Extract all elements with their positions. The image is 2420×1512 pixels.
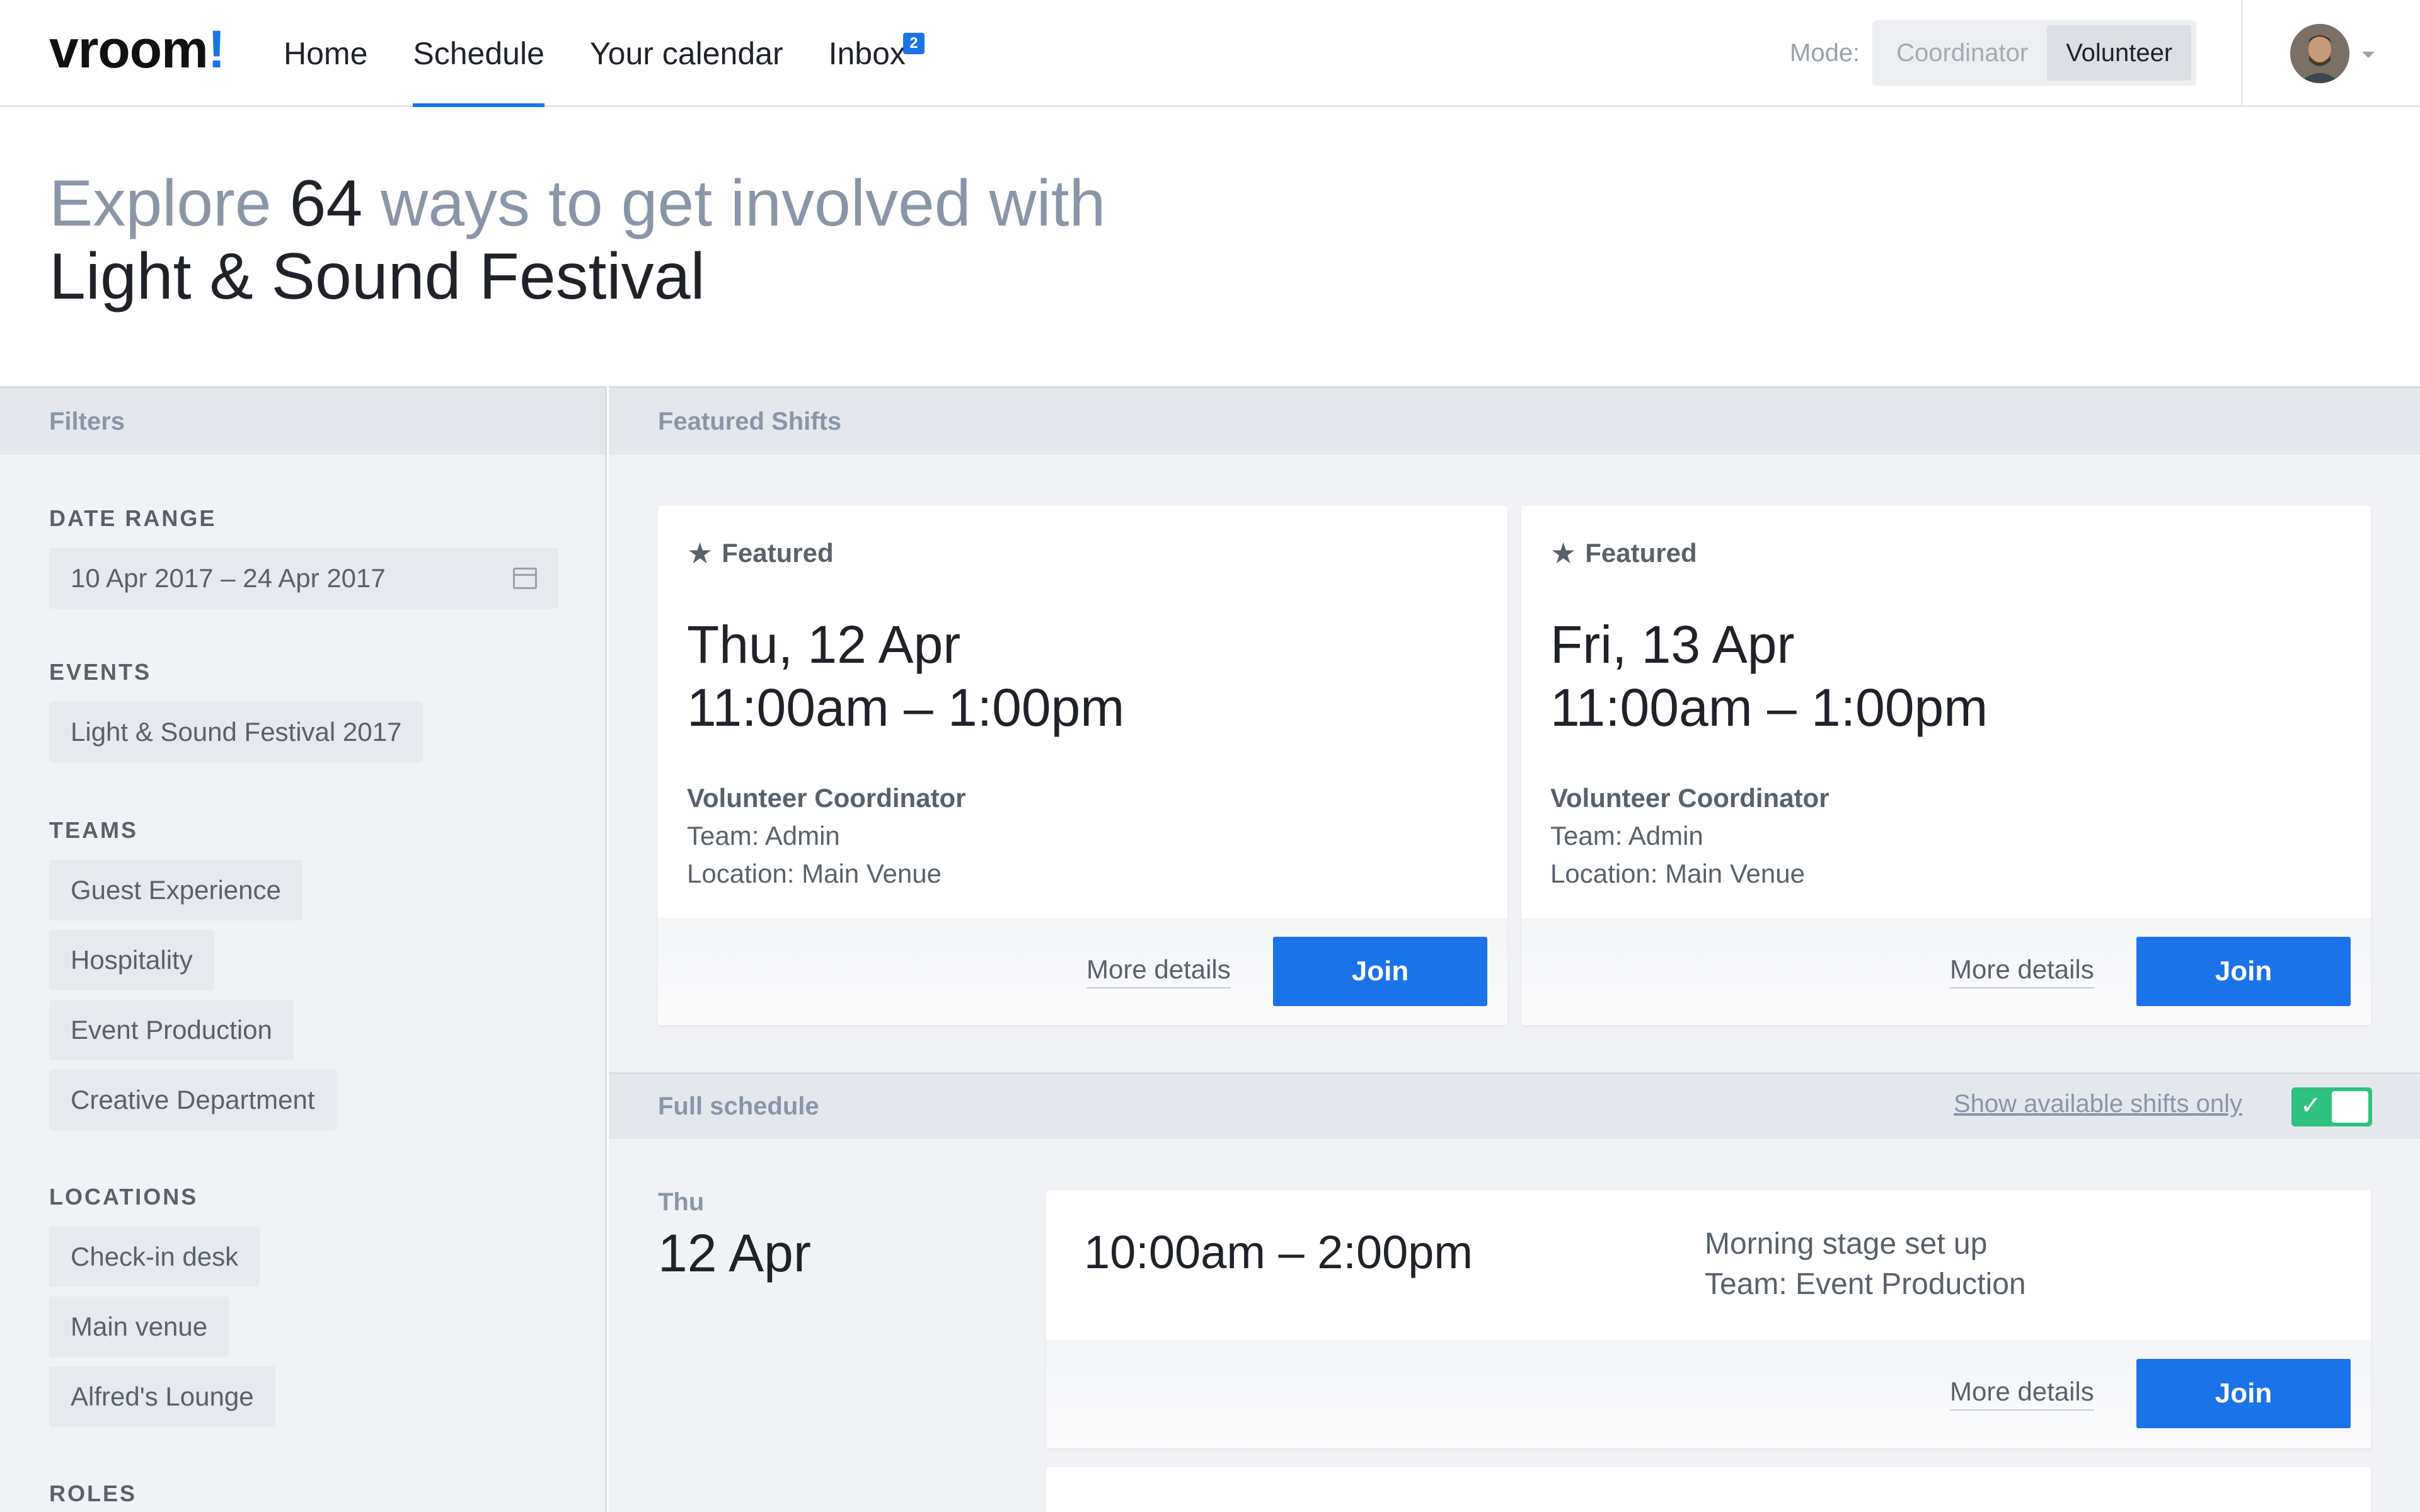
filter-chip-team[interactable]: Event Production — [49, 1000, 294, 1060]
filter-chip-location[interactable]: Check-in desk — [49, 1227, 260, 1287]
available-shifts-toggle[interactable]: ✓ — [2291, 1087, 2372, 1126]
shift-time: 11:00am – 1:00pm — [1550, 678, 1988, 737]
filters-header: Filters — [0, 388, 605, 455]
filter-roles: ROLES — [0, 1480, 605, 1507]
top-navigation-bar: vroom! Home Schedule Your calendar Inbox… — [0, 0, 2420, 107]
day-weekday: Thu — [658, 1188, 705, 1216]
user-avatar[interactable] — [2290, 24, 2349, 83]
shift-location: Location: Main Venue — [1550, 859, 1805, 888]
join-button[interactable]: Join — [1273, 937, 1487, 1006]
featured-shifts-header: Featured Shifts — [609, 388, 2420, 455]
nav-inbox-label: Inbox — [828, 36, 906, 71]
shift-role: Volunteer Coordinator — [687, 783, 966, 813]
star-icon: ★ — [1550, 537, 1577, 570]
hero-event-name: Light & Sound Festival — [49, 240, 705, 313]
nav-your-calendar[interactable]: Your calendar — [590, 0, 783, 107]
more-details-link[interactable]: More details — [1086, 954, 1231, 988]
shift-title: Morning stage set up — [1705, 1227, 1988, 1261]
filter-title-roles: ROLES — [49, 1480, 137, 1506]
schedule-main: Featured Shifts ★ Featured Thu, 12 Apr 1… — [609, 386, 2420, 1512]
featured-badge-label: Featured — [1585, 538, 1697, 568]
filter-title-teams: TEAMS — [49, 817, 138, 843]
hero-headline: Explore 64 ways to get involved with — [49, 167, 1105, 240]
date-range-value: 10 Apr 2017 – 24 Apr 2017 — [71, 563, 386, 593]
shift-team: Team: Event Production — [1705, 1268, 2026, 1301]
hero-count: 64 — [289, 167, 363, 240]
avatar-image-icon — [2290, 24, 2349, 83]
shift-time: 11:00am – 1:00pm — [687, 678, 1125, 737]
shift-team: Team: Admin — [1550, 821, 1703, 850]
filter-teams: TEAMS Guest Experience Hospitality Event… — [0, 817, 605, 1140]
schedule-shift-card: 10:00am – 2:00pm Morning stage set up Te… — [1046, 1190, 2371, 1448]
featured-badge: ★ Featured — [1550, 536, 1697, 570]
logo-mark: ! — [207, 20, 226, 79]
filter-locations: LOCATIONS Check-in desk Main venue Alfre… — [0, 1184, 605, 1436]
shift-date-time: Thu, 12 Apr 11:00am – 1:00pm — [687, 613, 1124, 739]
featured-shift-card: ★ Featured Fri, 13 Apr 11:00am – 1:00pm … — [1521, 506, 2371, 1025]
mode-volunteer-button[interactable]: Volunteer — [2047, 25, 2192, 81]
filters-sidebar: Filters DATE RANGE 10 Apr 2017 – 24 Apr … — [0, 386, 607, 1512]
filter-title-date-range: DATE RANGE — [49, 505, 217, 531]
shift-date: Fri, 13 Apr — [1550, 615, 1795, 674]
card-footer: More details Join — [1521, 918, 2371, 1025]
card-footer: More details Join — [658, 918, 1507, 1025]
header-divider — [2241, 0, 2243, 107]
star-icon: ★ — [687, 537, 713, 570]
nav-schedule[interactable]: Schedule — [413, 0, 544, 107]
filter-chip-location[interactable]: Alfred's Lounge — [49, 1366, 275, 1427]
filter-chip-location[interactable]: Main venue — [49, 1297, 229, 1357]
filter-chip-event[interactable]: Light & Sound Festival 2017 — [49, 702, 424, 762]
shift-location: Location: Main Venue — [687, 859, 942, 888]
join-button[interactable]: Join — [2136, 937, 2351, 1006]
featured-shift-card: ★ Featured Thu, 12 Apr 11:00am – 1:00pm … — [658, 506, 1507, 1025]
mode-toggle: Coordinator Volunteer — [1872, 20, 2197, 86]
shift-footer: More details Join — [1046, 1340, 2371, 1448]
shift-date-time: Fri, 13 Apr 11:00am – 1:00pm — [1550, 613, 1988, 739]
logo-text: vroom — [49, 20, 209, 79]
featured-badge: ★ Featured — [687, 536, 834, 570]
mode-coordinator-button[interactable]: Coordinator — [1877, 25, 2047, 81]
show-available-shifts-link[interactable]: Show available shifts only — [1954, 1090, 2242, 1118]
join-button[interactable]: Join — [2136, 1359, 2351, 1428]
schedule-shift-card — [1046, 1467, 2371, 1512]
date-range-input[interactable]: 10 Apr 2017 – 24 Apr 2017 — [49, 548, 558, 609]
filter-chip-team[interactable]: Creative Department — [49, 1070, 337, 1130]
filter-events: EVENTS Light & Sound Festival 2017 — [0, 659, 605, 772]
more-details-link[interactable]: More details — [1950, 954, 2094, 988]
shift-time: 10:00am – 2:00pm — [1084, 1226, 1473, 1278]
check-icon: ✓ — [2300, 1092, 2322, 1120]
vroom-logo[interactable]: vroom! — [49, 19, 226, 80]
more-details-link[interactable]: More details — [1950, 1377, 2094, 1411]
nav-inbox[interactable]: Inbox 2 — [828, 0, 925, 107]
filter-date-range: DATE RANGE 10 Apr 2017 – 24 Apr 2017 — [0, 505, 605, 609]
mode-switcher: Mode: Coordinator Volunteer — [1790, 20, 2197, 86]
shift-team: Team: Admin — [687, 821, 840, 850]
inbox-count-badge: 2 — [902, 33, 925, 54]
calendar-icon[interactable] — [513, 568, 537, 589]
filter-chip-team[interactable]: Hospitality — [49, 930, 214, 990]
hero-suffix: ways to get involved with — [362, 167, 1106, 240]
page-hero: Explore 64 ways to get involved with Lig… — [49, 167, 1105, 313]
filter-chip-team[interactable]: Guest Experience — [49, 860, 302, 920]
hero-prefix: Explore — [49, 167, 290, 240]
filter-title-events: EVENTS — [49, 659, 152, 685]
shift-role: Volunteer Coordinator — [1550, 783, 1829, 813]
toggle-knob — [2332, 1091, 2368, 1123]
shift-date: Thu, 12 Apr — [687, 615, 961, 674]
nav-home[interactable]: Home — [284, 0, 367, 107]
filter-title-locations: LOCATIONS — [49, 1184, 199, 1210]
day-date: 12 Apr — [658, 1223, 811, 1283]
main-nav: Home Schedule Your calendar Inbox 2 — [284, 0, 951, 107]
mode-label: Mode: — [1790, 38, 1860, 67]
featured-badge-label: Featured — [722, 538, 834, 568]
chevron-down-icon[interactable] — [2362, 52, 2375, 58]
